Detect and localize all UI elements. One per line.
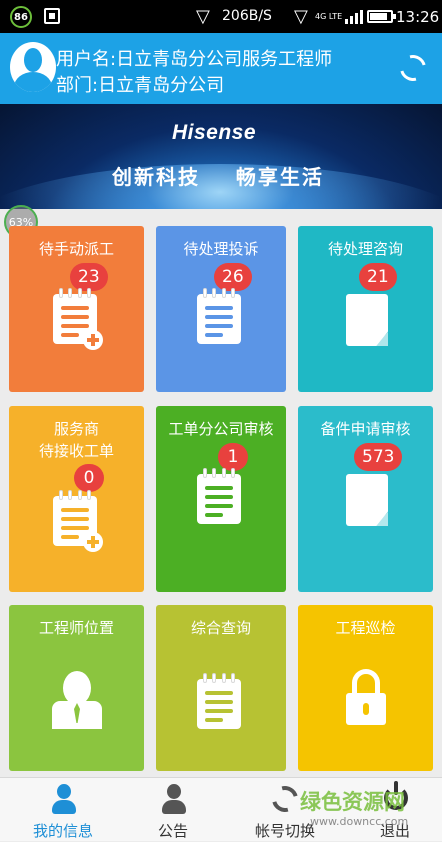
banner-image: Hisense 创新科技 畅享生活 <box>0 104 442 209</box>
cleaner-badge-icon: 86 <box>10 6 32 28</box>
tile-8[interactable]: 综合查询 <box>156 605 286 771</box>
tile-9[interactable]: 工程巡检 <box>298 605 433 771</box>
tile-label: 工单分公司审核 <box>168 420 274 438</box>
tile-label: 综合查询 <box>190 619 251 637</box>
username-text: 用户名:日立青岛分公司服务工程师 <box>56 49 333 70</box>
tile-5[interactable]: 工单分公司审核 1 <box>156 406 286 592</box>
tile-label: 待处理咨询 <box>327 240 403 258</box>
tab-my-info[interactable]: 我的信息 <box>8 778 118 842</box>
wifi-signal-icon: ▽ <box>294 6 308 27</box>
notepad-icon <box>197 468 241 524</box>
lock-icon <box>346 669 386 725</box>
tab-label: 我的信息 <box>32 822 93 840</box>
clock: 13:26 <box>396 8 440 26</box>
user-icon <box>52 784 76 816</box>
tile-2[interactable]: 待处理投诉 26 <box>156 226 286 392</box>
tile-label: 工程巡检 <box>335 619 396 637</box>
refresh-icon[interactable] <box>395 50 431 86</box>
department-text: 部门:日立青岛分公司 <box>56 75 225 96</box>
count-badge: 21 <box>359 263 397 291</box>
tab-notice[interactable]: 公告 <box>118 778 228 842</box>
count-badge: 1 <box>218 443 248 471</box>
watermark-url: www.downcc.com <box>310 815 409 828</box>
count-badge: 26 <box>214 263 252 291</box>
count-badge: 23 <box>70 263 108 291</box>
tile-3[interactable]: 待处理咨询 21 <box>298 226 433 392</box>
count-badge: 0 <box>74 464 104 492</box>
notepad-icon <box>197 673 241 729</box>
banner-slogan: 创新科技 畅享生活 <box>112 165 324 189</box>
document-icon <box>346 294 388 346</box>
notepad-add-icon <box>53 288 103 350</box>
wifi-icon: ▽ <box>196 6 210 27</box>
tile-4[interactable]: 服务商 待接收工单 0 <box>9 406 144 592</box>
tile-label: 工程师位置 <box>38 619 114 637</box>
network-type: 4G LTE <box>315 12 343 21</box>
tile-6[interactable]: 备件申请审核 573 <box>298 406 433 592</box>
user-header: 用户名:日立青岛分公司服务工程师 部门:日立青岛分公司 <box>0 33 442 104</box>
battery-icon <box>367 10 396 23</box>
engineer-person-icon <box>52 671 102 729</box>
cell-signal-icon <box>345 8 363 24</box>
notepad-add-icon <box>53 490 103 552</box>
status-bar: 86 ▽ 206B/S ▽ 4G LTE 13:26 <box>0 0 442 33</box>
tile-label: 待处理投诉 <box>183 240 259 258</box>
avatar[interactable] <box>10 42 56 92</box>
count-badge: 573 <box>354 443 403 471</box>
net-speed: 206B/S <box>222 8 272 24</box>
screenshot-icon <box>44 8 60 24</box>
document-icon <box>346 474 388 526</box>
tile-1[interactable]: 待手动派工 23 <box>9 226 144 392</box>
tile-7[interactable]: 工程师位置 <box>9 605 144 771</box>
person-icon <box>162 784 186 816</box>
tile-label: 待手动派工 <box>38 240 114 258</box>
tab-label: 公告 <box>157 822 188 840</box>
switch-icon <box>267 781 303 817</box>
tile-label: 服务商 待接收工单 <box>38 420 114 460</box>
brand-logo: Hisense <box>172 121 257 144</box>
notepad-icon <box>197 288 241 344</box>
tile-label: 备件申请审核 <box>320 420 411 438</box>
watermark-text: 绿色资源网 <box>300 790 405 814</box>
